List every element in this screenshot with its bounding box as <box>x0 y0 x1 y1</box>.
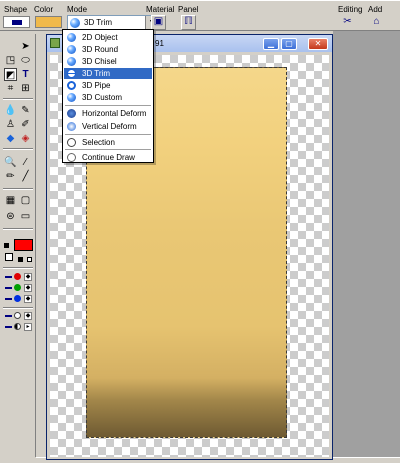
node-tool-icon[interactable]: ◳ <box>4 54 17 67</box>
menu-item-3d-trim[interactable]: 3D Trim <box>64 68 152 79</box>
tool-panel: ➤ ◳ ⬭ ◩ T ⌗ ⊞ 💧 ✎ ♙ ✐ ◆ ◈ 🔍 ⁄ ✏ ╱ ▦ ▢ ⊜ ▭ ◆ ◆ ◆ ◆ … <box>0 34 36 457</box>
add-icon: ⌂ <box>373 16 380 27</box>
panel-button[interactable]: ℿ <box>181 15 196 30</box>
line-tool-icon[interactable]: ╱ <box>19 170 32 183</box>
zoom-tool-icon[interactable]: 🔍 <box>4 156 17 169</box>
menu-item-3d-custom[interactable]: 3D Custom <box>64 92 152 103</box>
workspace-background <box>333 31 400 463</box>
swap-colors-icon[interactable] <box>4 243 9 248</box>
mode-select[interactable]: 3D Trim ▼ <box>67 15 159 30</box>
ring-icon <box>67 81 76 90</box>
blue-channel[interactable]: ◆ <box>5 295 33 303</box>
editing-button[interactable]: ✂ <box>340 15 355 30</box>
vertical-deform-icon <box>67 122 76 131</box>
gradient-tool-icon[interactable]: ◆ <box>4 132 17 145</box>
separator <box>3 188 33 190</box>
mode-select-value: 3D Trim <box>84 18 112 27</box>
sphere-icon <box>67 33 76 42</box>
horizontal-deform-icon <box>67 109 76 118</box>
color-selector[interactable] <box>35 16 62 28</box>
eraser-tool-icon[interactable]: ◈ <box>19 132 32 145</box>
grid-icon[interactable]: ▦ <box>4 194 17 207</box>
alpha-channel[interactable]: ▸ <box>5 323 33 331</box>
arrow-tool-icon[interactable]: ➤ <box>19 40 32 53</box>
menu-item-3d-round[interactable]: 3D Round <box>64 44 152 55</box>
foreground-color-swatch[interactable] <box>14 239 33 251</box>
brush-tool-icon[interactable]: ✎ <box>19 104 32 117</box>
property-bar: Shape Color Mode Material Panel Editing … <box>0 0 400 31</box>
menu-item-2d-object[interactable]: 2D Object <box>64 32 152 43</box>
separator <box>3 148 33 150</box>
close-button[interactable]: ✕ <box>308 38 328 50</box>
shape-selector[interactable] <box>3 16 30 28</box>
default-colors-icon[interactable] <box>18 257 23 262</box>
red-channel[interactable]: ◆ <box>5 273 33 281</box>
trim-icon <box>67 69 76 78</box>
editing-icon: ✂ <box>343 16 352 27</box>
mask-icon[interactable]: ⊜ <box>4 210 17 223</box>
sphere-icon <box>67 57 76 66</box>
material-label: Material <box>146 5 175 14</box>
menu-item-vertical-deform[interactable]: Vertical Deform <box>64 121 152 132</box>
separator <box>3 228 33 230</box>
mode-label: Mode <box>67 5 88 14</box>
add-button[interactable]: ⌂ <box>369 15 384 30</box>
sphere-icon <box>67 93 76 102</box>
color-label: Color <box>34 5 54 14</box>
maximize-button[interactable]: ▢ <box>281 38 297 50</box>
minimize-button[interactable]: ▁ <box>263 38 279 50</box>
document-icon <box>50 38 60 48</box>
continue-draw-icon <box>67 153 76 162</box>
separator <box>3 307 33 309</box>
menu-separator <box>65 149 151 150</box>
panel-icon: ℿ <box>184 16 193 27</box>
shape-tool-icon[interactable]: ⬭ <box>19 54 32 67</box>
material-button[interactable]: ▣ <box>151 15 166 30</box>
menu-separator <box>65 105 151 106</box>
menu-separator <box>65 134 151 135</box>
background-color-swatch[interactable] <box>5 253 13 261</box>
pencil-tool-icon[interactable]: ✏ <box>4 170 17 183</box>
fill-tool-icon[interactable]: 💧 <box>4 104 17 117</box>
mode-dropdown-menu: 2D Object 3D Round 3D Chisel 3D Trim 3D … <box>62 29 154 163</box>
trim-icon <box>70 18 80 28</box>
smudge-tool-icon[interactable]: ✐ <box>19 118 32 131</box>
separator <box>3 98 33 100</box>
menu-item-continue-draw[interactable]: Continue Draw <box>64 152 152 163</box>
document-title-suffix: 91 <box>155 39 164 48</box>
sphere-icon <box>67 45 76 54</box>
shape-preview <box>12 20 22 25</box>
menu-item-3d-pipe[interactable]: 3D Pipe <box>64 80 152 91</box>
eyedropper-tool-icon[interactable]: ⁄ <box>19 156 32 169</box>
shape-label: Shape <box>4 5 28 14</box>
menu-item-3d-chisel[interactable]: 3D Chisel <box>64 56 152 67</box>
default-bg-icon[interactable] <box>27 257 32 262</box>
add-label: Add <box>368 5 383 14</box>
green-channel[interactable]: ◆ <box>5 284 33 292</box>
separator <box>3 267 33 269</box>
object-tool-icon[interactable]: ◩ <box>4 68 17 81</box>
menu-item-selection[interactable]: Selection <box>64 137 152 148</box>
material-icon: ▣ <box>153 16 164 27</box>
transform-tool-icon[interactable]: ⊞ <box>19 82 32 95</box>
stamp-tool-icon[interactable]: ♙ <box>4 118 17 131</box>
crop-tool-icon[interactable]: ⌗ <box>4 82 17 95</box>
text-tool-icon[interactable]: T <box>19 68 32 81</box>
panel-label: Panel <box>178 5 199 14</box>
white-channel[interactable]: ◆ <box>5 312 33 320</box>
frame-icon[interactable]: ▢ <box>19 194 32 207</box>
menu-item-horizontal-deform[interactable]: Horizontal Deform <box>64 108 152 119</box>
circle-icon <box>67 138 76 147</box>
layer-icon[interactable]: ▭ <box>19 210 32 223</box>
editing-label: Editing <box>338 5 363 14</box>
